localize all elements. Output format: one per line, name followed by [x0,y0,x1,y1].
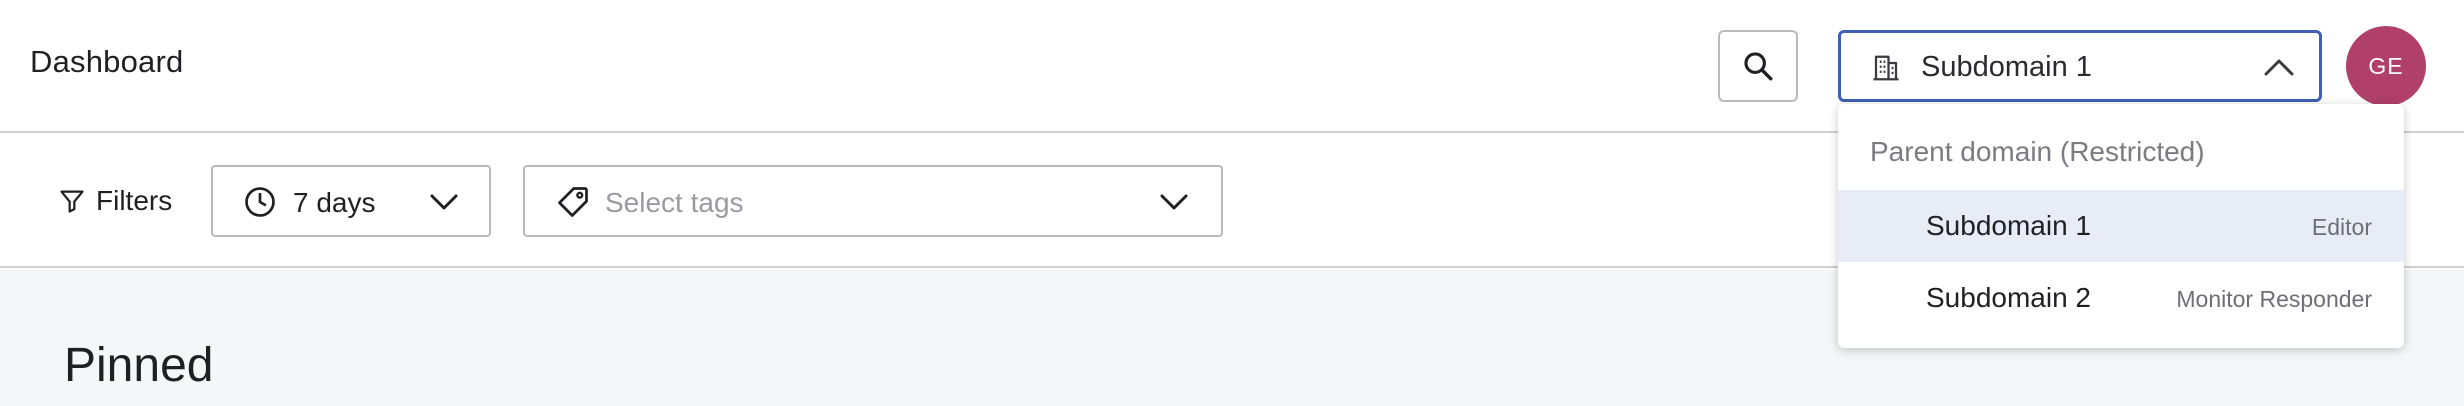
section-title-pinned: Pinned [64,339,214,392]
filters-label[interactable]: Filters [58,185,172,217]
time-range-select[interactable]: 7 days [211,165,491,237]
dropdown-item-name: Subdomain 1 [1926,210,2092,241]
filters-text: Filters [96,185,173,216]
chevron-up-icon [2264,59,2294,76]
dropdown-item-role: Monitor Responder [2176,286,2372,312]
domain-selector-value: Subdomain 1 [1921,51,2092,83]
dropdown-group-header: Parent domain (Restricted) [1870,136,2205,167]
tag-icon [558,187,588,217]
search-icon [1744,52,1773,81]
domain-selector[interactable]: Subdomain 1 [1838,30,2322,102]
chevron-down-icon [430,194,458,210]
tags-placeholder: Select tags [605,187,744,218]
chevron-down-icon [1160,194,1188,210]
time-range-value: 7 days [293,187,376,218]
building-icon [1873,55,1899,81]
page-title: Dashboard [30,44,184,79]
avatar[interactable]: GE [2346,26,2426,106]
dropdown-item-subdomain-1[interactable]: Subdomain 1 Editor [1838,190,2404,262]
search-button[interactable] [1718,30,1798,102]
dropdown-item-role: Editor [2311,214,2372,240]
domain-dropdown-menu: Parent domain (Restricted) Subdomain 1 E… [1838,104,2404,348]
dropdown-item-name: Subdomain 2 [1926,282,2092,313]
dropdown-item-subdomain-2[interactable]: Subdomain 2 Monitor Responder [1838,262,2404,334]
tags-select[interactable]: Select tags [523,165,1223,237]
clock-icon [245,187,275,217]
filter-icon [60,190,84,213]
